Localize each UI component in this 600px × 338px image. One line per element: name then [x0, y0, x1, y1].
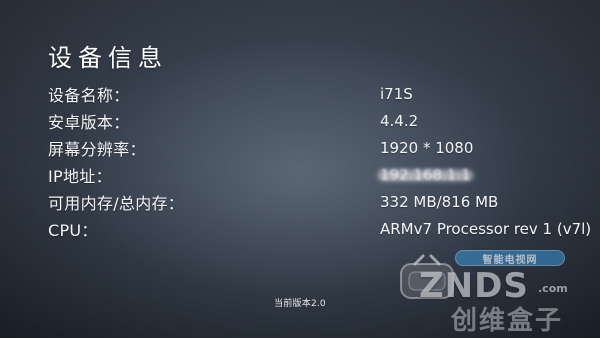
- ip-address-redacted-text: 192.168.1.1: [380, 165, 471, 184]
- info-row-cpu: CPU： ARMv7 Processor rev 1 (v7l): [48, 215, 600, 242]
- page-title: 设备信息: [48, 44, 168, 72]
- screen-resolution-value: 1920 * 1080: [380, 138, 474, 157]
- memory-value: 332 MB/816 MB: [380, 192, 499, 211]
- device-name-value: i71S: [380, 84, 413, 103]
- ip-address-label: IP地址：: [48, 166, 112, 186]
- watermark-top-text: 智能电视网: [455, 250, 565, 266]
- info-row-memory: 可用内存/总内存： 332 MB/816 MB: [48, 188, 600, 215]
- android-version-value: 4.4.2: [380, 111, 419, 130]
- memory-label: 可用内存/总内存：: [48, 193, 185, 213]
- info-row-device-name: 设备名称： i71S: [48, 80, 600, 107]
- cpu-value: ARMv7 Processor rev 1 (v7l): [380, 219, 592, 238]
- screen-resolution-label: 屏幕分辨率：: [48, 139, 146, 159]
- device-info-list: 设备名称： i71S 安卓版本： 4.4.2 屏幕分辨率： 1920 * 108…: [48, 80, 600, 242]
- device-name-label: 设备名称：: [48, 85, 130, 105]
- cpu-label: CPU：: [48, 220, 98, 240]
- watermark: 智能电视网 ZNDS .com 创维盒子: [395, 248, 590, 336]
- current-version-footer: 当前版本2.0: [274, 299, 326, 309]
- info-row-ip-address: IP地址： 192.168.1.1: [48, 161, 600, 188]
- info-row-screen-resolution: 屏幕分辨率： 1920 * 1080: [48, 134, 600, 161]
- android-version-label: 安卓版本：: [48, 112, 130, 132]
- watermark-domain: .com: [538, 282, 568, 295]
- info-row-android-version: 安卓版本： 4.4.2: [48, 107, 600, 134]
- ip-address-value: 192.168.1.1: [380, 166, 471, 184]
